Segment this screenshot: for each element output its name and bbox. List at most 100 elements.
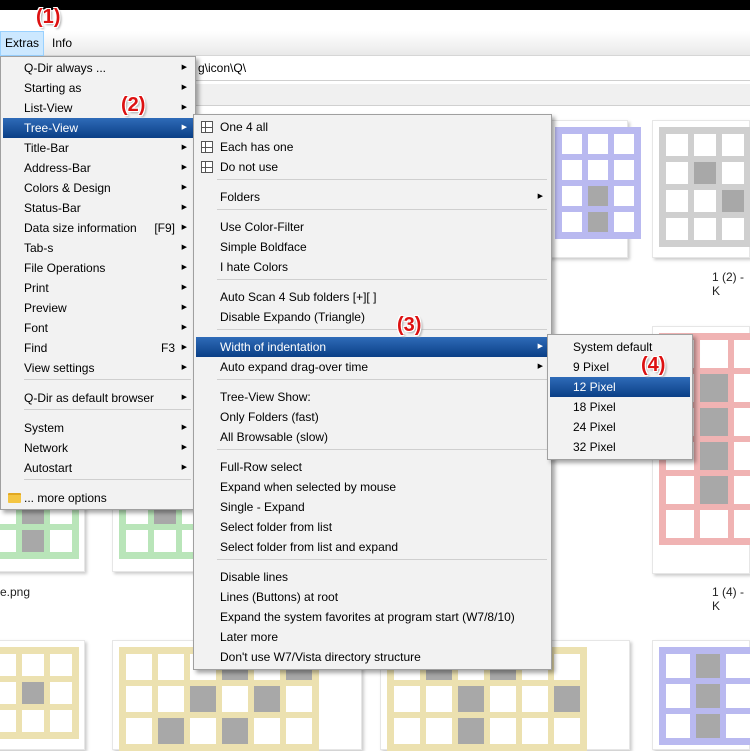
treeview-menu-item[interactable]: Do not use: [196, 157, 549, 177]
menu-item-label: Select folder from list: [220, 520, 333, 534]
treeview-menu-item[interactable]: Single - Expand: [196, 497, 549, 517]
treeview-menu-item[interactable]: Full-Row select: [196, 457, 549, 477]
treeview-menu-item[interactable]: All Browsable (slow): [196, 427, 549, 447]
menu-separator: [24, 409, 191, 410]
extras-menu-item[interactable]: Find F3 ▶: [3, 338, 193, 358]
menu-item-label: Font: [24, 321, 49, 335]
treeview-menu-item[interactable]: Select folder from list: [196, 517, 549, 537]
file-thumbnail[interactable]: [652, 120, 750, 258]
extras-menu-item[interactable]: Address-Bar ▶: [3, 158, 193, 178]
menu-extras[interactable]: Extras: [0, 31, 45, 56]
extras-menu-item[interactable]: Autostart ▶: [3, 458, 193, 478]
menu-separator: [217, 329, 547, 330]
submenu-arrow-icon: ▶: [181, 444, 187, 451]
menu-separator: [217, 209, 547, 210]
menu-item-label: 12 Pixel: [573, 380, 616, 394]
extras-menu-item[interactable]: Title-Bar ▶: [3, 138, 193, 158]
submenu-arrow-icon: ▶: [181, 204, 187, 211]
indentation-option[interactable]: 9 Pixel: [550, 357, 690, 377]
treeview-menu-item[interactable]: Disable lines: [196, 567, 549, 587]
extras-menu-item[interactable]: File Operations ▶: [3, 258, 193, 278]
indentation-submenu: System default 9 Pixel 12 Pixel 18 Pixel 24 …: [547, 334, 693, 460]
menu-separator: [217, 379, 547, 380]
treeview-menu-item[interactable]: Expand the system favorites at program s…: [196, 607, 549, 627]
treeview-menu-item[interactable]: Simple Boldface: [196, 237, 549, 257]
menu-item-label: All Browsable (slow): [220, 430, 329, 444]
menu-item-shortcut: F3: [160, 341, 175, 355]
extras-menu-item[interactable]: List-View ▶: [3, 98, 193, 118]
indentation-option[interactable]: 32 Pixel: [550, 437, 690, 457]
extras-menu-item[interactable]: Tree-View ▶: [3, 118, 193, 138]
treeview-menu-item[interactable]: Later more: [196, 627, 549, 647]
menu-item-label: Folders: [220, 190, 261, 204]
file-thumbnail[interactable]: [652, 640, 750, 750]
file-thumbnail[interactable]: [548, 120, 641, 258]
extras-menu-item[interactable]: Q-Dir as default browser ▶: [3, 388, 193, 408]
extras-menu-item[interactable]: Tab-s ▶: [3, 238, 193, 258]
annotation-2: (2): [121, 94, 146, 116]
extras-menu-item[interactable]: Colors & Design ▶: [3, 178, 193, 198]
menu-item-label: Tree-View Show:: [220, 390, 311, 404]
menu-item-label: Data size information: [24, 221, 137, 235]
indentation-option[interactable]: System default: [550, 337, 690, 357]
menu-separator: [24, 379, 191, 380]
extras-menu-item[interactable]: System ▶: [3, 418, 193, 438]
extras-menu-item[interactable]: Preview ▶: [3, 298, 193, 318]
extras-menu-item[interactable]: ... more options: [3, 488, 193, 508]
treeview-menu-item[interactable]: One 4 all: [196, 117, 549, 137]
menu-item-label: Select folder from list and expand: [220, 540, 399, 554]
extras-menu-item[interactable]: View settings ▶: [3, 358, 193, 378]
treeview-submenu: One 4 all Each has one Do not use Folders ▶ U…: [193, 114, 552, 670]
indentation-option[interactable]: 12 Pixel: [550, 377, 690, 397]
menu-item-label: Expand the system favorites at program s…: [220, 610, 515, 624]
submenu-arrow-icon: ▶: [181, 224, 187, 231]
menu-item-shortcut: [F9]: [154, 221, 175, 235]
treeview-menu-item[interactable]: Auto expand drag-over time ▶: [196, 357, 549, 377]
treeview-menu-item[interactable]: Expand when selected by mouse: [196, 477, 549, 497]
treeview-menu-item[interactable]: Don't use W7/Vista directory structure: [196, 647, 549, 667]
treeview-menu-item[interactable]: Tree-View Show:: [196, 387, 549, 407]
menu-item-label: Lines (Buttons) at root: [220, 590, 339, 604]
menu-item-label: Colors & Design: [24, 181, 111, 195]
menu-info[interactable]: Info: [48, 31, 76, 56]
treeview-menu-item[interactable]: Only Folders (fast): [196, 407, 549, 427]
submenu-arrow-icon: ▶: [181, 64, 187, 71]
submenu-arrow-icon: ▶: [181, 324, 187, 331]
menu-item-label: Simple Boldface: [220, 240, 307, 254]
treeview-menu-item[interactable]: Folders ▶: [196, 187, 549, 207]
extras-menu-item[interactable]: Print ▶: [3, 278, 193, 298]
menu-item-label: Title-Bar: [24, 141, 69, 155]
treeview-menu-item[interactable]: Auto Scan 4 Sub folders [+][ ]: [196, 287, 549, 307]
extras-menu-item[interactable]: Status-Bar ▶: [3, 198, 193, 218]
extras-menu-item[interactable]: Q-Dir always ... ▶: [3, 58, 193, 78]
submenu-arrow-icon: ▶: [181, 424, 187, 431]
indentation-option[interactable]: 18 Pixel: [550, 397, 690, 417]
indentation-option[interactable]: 24 Pixel: [550, 417, 690, 437]
tree-layout-icon: [201, 141, 213, 153]
menu-item-label: Network: [24, 441, 69, 455]
menu-info-label: Info: [52, 36, 73, 50]
menu-item-label: View settings: [24, 361, 95, 375]
window-top-edge: [0, 0, 750, 10]
submenu-arrow-icon: ▶: [181, 124, 187, 131]
submenu-arrow-icon: ▶: [537, 363, 543, 370]
treeview-menu-item[interactable]: Select folder from list and expand: [196, 537, 549, 557]
treeview-menu-item[interactable]: Lines (Buttons) at root: [196, 587, 549, 607]
treeview-menu-item[interactable]: Width of indentation ▶: [196, 337, 549, 357]
treeview-menu-item[interactable]: Disable Expando (Triangle): [196, 307, 549, 327]
submenu-arrow-icon: ▶: [181, 364, 187, 371]
extras-menu-item[interactable]: Data size information [F9] ▶: [3, 218, 193, 238]
treeview-menu-item[interactable]: I hate Colors: [196, 257, 549, 277]
menu-item-label: Auto expand drag-over time: [220, 360, 369, 374]
extras-menu-item[interactable]: Starting as ▶: [3, 78, 193, 98]
menu-item-label: Tab-s: [24, 241, 54, 255]
file-thumbnail[interactable]: [0, 640, 85, 750]
extras-menu-item[interactable]: Font ▶: [3, 318, 193, 338]
treeview-menu-item[interactable]: Use Color-Filter: [196, 217, 549, 237]
menu-item-label: 18 Pixel: [573, 400, 616, 414]
menu-item-label: Autostart: [24, 461, 73, 475]
file-caption: 1 (2) - K: [712, 270, 745, 298]
extras-menu-item[interactable]: Network ▶: [3, 438, 193, 458]
menu-item-label: One 4 all: [220, 120, 269, 134]
treeview-menu-item[interactable]: Each has one: [196, 137, 549, 157]
